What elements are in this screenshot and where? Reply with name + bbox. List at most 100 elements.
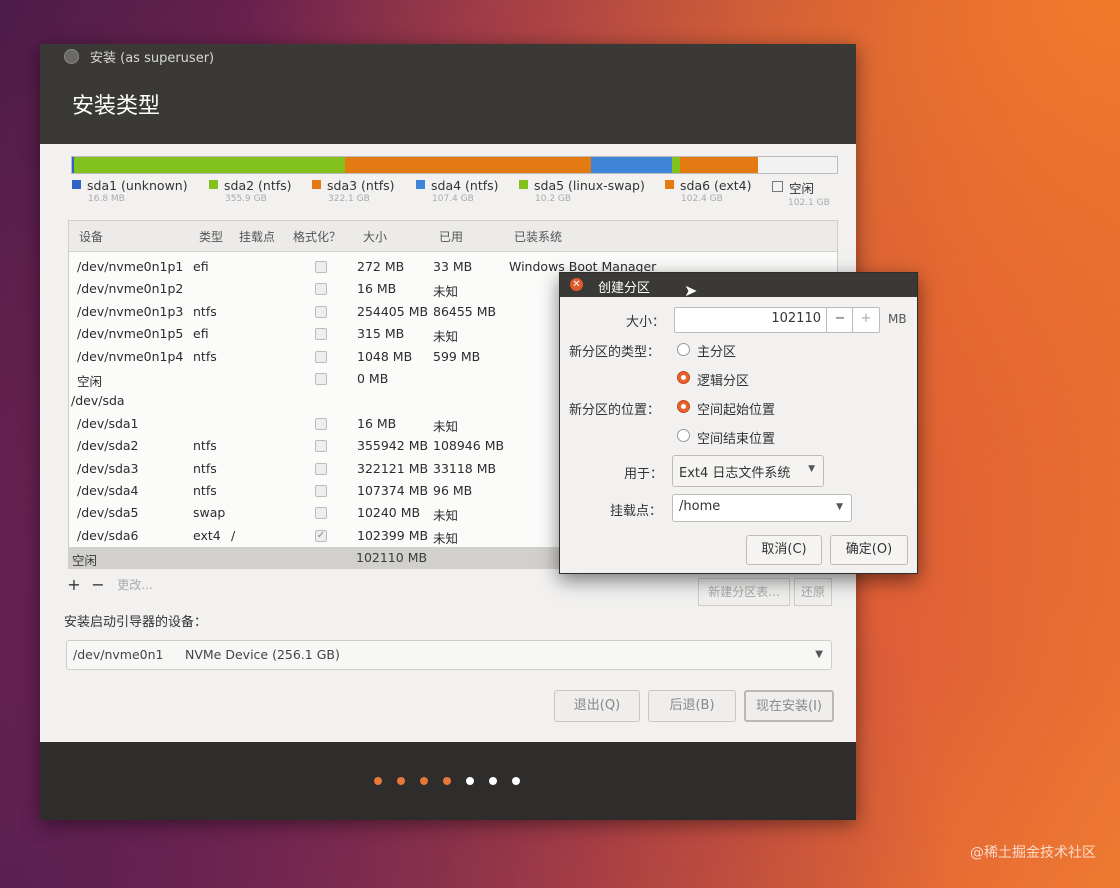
cell-used: 未知: [433, 508, 459, 524]
legend-swatch: [312, 180, 321, 189]
radio-location-start-label[interactable]: 空间起始位置: [697, 399, 775, 418]
cell-size: 0 MB: [357, 371, 389, 386]
format-checkbox[interactable]: [315, 283, 327, 296]
format-checkbox[interactable]: [315, 261, 327, 273]
cell-type: ntfs: [193, 303, 217, 319]
format-checkbox[interactable]: [315, 350, 327, 363]
usage-bar-segment: [672, 157, 681, 173]
cell-device: 空闲: [77, 374, 103, 389]
cell-device: /dev/nvme0n1p3: [77, 303, 184, 319]
legend-swatch: [209, 180, 218, 189]
change-partition-button[interactable]: 更改...: [112, 572, 158, 598]
format-checkbox[interactable]: [315, 373, 327, 385]
boot-loader-device-select[interactable]: /dev/nvme0n1 NVMe Device (256.1 GB) ▼: [66, 640, 832, 670]
install-now-button[interactable]: 现在安装(I): [744, 690, 834, 722]
legend-size: 107.4 GB: [432, 194, 474, 204]
cell-type: ntfs: [193, 483, 217, 498]
cell-size: 322121 MB: [357, 460, 429, 476]
cell-type: efi: [193, 259, 209, 274]
progress-dot: [489, 777, 497, 785]
col-type[interactable]: 类型: [199, 228, 223, 245]
quit-button[interactable]: 退出(Q): [554, 690, 640, 722]
radio-logical-label[interactable]: 逻辑分区: [697, 370, 749, 389]
legend-label: sda6 (ext4): [680, 178, 752, 193]
legend-label: 空闲: [789, 181, 815, 196]
progress-dot: [397, 777, 405, 785]
close-icon[interactable]: ✕: [570, 278, 583, 291]
radio-location-end[interactable]: [677, 429, 690, 442]
cell-device: /dev/sda4: [77, 483, 139, 498]
col-format[interactable]: 格式化？: [293, 228, 341, 245]
chevron-down-icon: ▼: [836, 502, 843, 512]
progress-footer: [40, 742, 856, 820]
format-checkbox[interactable]: ✓: [315, 529, 327, 542]
format-checkbox[interactable]: [315, 305, 327, 318]
use-as-select[interactable]: Ext4 日志文件系统 ▼: [672, 455, 824, 487]
cell-type: swap: [193, 505, 226, 521]
chevron-down-icon: ▼: [815, 649, 823, 660]
radio-primary[interactable]: [677, 343, 690, 356]
dialog-titlebar: ✕ 创建分区: [560, 273, 917, 297]
mount-point-label: 挂载点：: [610, 504, 663, 519]
col-mount[interactable]: 挂载点: [239, 228, 275, 245]
format-checkbox[interactable]: [315, 462, 327, 475]
legend-item: sda5 (linux-swap) 10.2 GB: [519, 178, 645, 204]
cell-used: 108946 MB: [433, 438, 505, 454]
size-decrement-button[interactable]: −: [826, 307, 854, 333]
new-partition-table-button[interactable]: 新建分区表...: [698, 578, 790, 606]
legend-size: 355.9 GB: [225, 194, 267, 204]
cell-type: efi: [193, 326, 209, 342]
legend-label: sda1 (unknown): [87, 178, 188, 193]
cell-type: ntfs: [193, 460, 217, 476]
page-title: 安装类型: [72, 94, 161, 119]
ok-button[interactable]: 确定(O): [830, 535, 908, 565]
cell-device: /dev/nvme0n1p5: [77, 326, 184, 342]
cell-used: 86455 MB: [433, 303, 497, 319]
boot-loader-label: 安装启动引导器的设备：: [64, 615, 208, 630]
usage-bar-segment: [758, 157, 837, 173]
mount-point-combobox[interactable]: /home ▼: [672, 494, 852, 522]
cell-device: /dev/sda2: [77, 438, 139, 454]
window-title: 安装 (as superuser): [90, 51, 215, 66]
cell-mount: /: [231, 527, 236, 543]
col-device[interactable]: 设备: [79, 228, 103, 245]
size-unit: MB: [888, 312, 907, 326]
cell-size: 254405 MB: [357, 303, 429, 319]
dialog-title: 创建分区: [598, 281, 651, 296]
size-increment-button[interactable]: +: [852, 307, 880, 333]
legend-label: sda5 (linux-swap): [534, 178, 645, 193]
usage-bar-segment: [680, 157, 759, 173]
radio-logical[interactable]: [677, 371, 690, 384]
boot-device-description: NVMe Device (256.1 GB): [185, 647, 340, 662]
radio-location-end-label[interactable]: 空间结束位置: [697, 428, 775, 447]
radio-primary-label[interactable]: 主分区: [697, 341, 736, 360]
add-partition-button[interactable]: +: [64, 572, 84, 598]
legend-swatch: [772, 181, 783, 192]
remove-partition-button[interactable]: −: [88, 572, 108, 598]
format-checkbox[interactable]: [315, 485, 327, 497]
legend-swatch: [416, 180, 425, 189]
col-used[interactable]: 已用: [439, 228, 463, 245]
close-icon[interactable]: [64, 49, 79, 64]
cell-size: 355942 MB: [357, 438, 429, 454]
cancel-button[interactable]: 取消(C): [746, 535, 822, 565]
size-value: 102110: [771, 311, 821, 326]
format-checkbox[interactable]: [315, 507, 327, 520]
size-input[interactable]: 102110: [674, 307, 828, 333]
col-size[interactable]: 大小: [363, 228, 387, 245]
format-checkbox[interactable]: [315, 417, 327, 430]
cell-device: /dev/sda1: [77, 415, 139, 431]
radio-location-start[interactable]: [677, 400, 690, 413]
cell-used: 33118 MB: [433, 460, 497, 476]
cell-size: 272 MB: [357, 259, 405, 274]
format-checkbox[interactable]: [315, 328, 327, 341]
cell-used: 33 MB: [433, 259, 473, 274]
progress-dot: [420, 777, 428, 785]
legend-size: 102.4 GB: [681, 194, 723, 204]
use-as-label: 用于：: [624, 467, 664, 482]
back-button[interactable]: 后退(B): [648, 690, 736, 722]
format-checkbox[interactable]: [315, 440, 327, 453]
col-system[interactable]: 已装系统: [514, 228, 562, 245]
revert-button[interactable]: 还原: [794, 578, 832, 606]
legend-swatch: [72, 180, 81, 189]
